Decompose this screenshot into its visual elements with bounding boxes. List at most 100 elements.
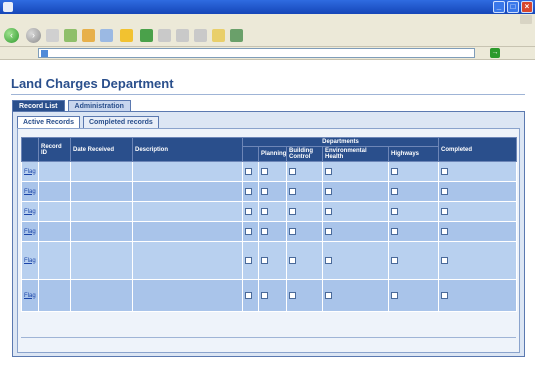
- checkbox[interactable]: [261, 256, 268, 264]
- highways-checkbox-cell: [387, 201, 440, 222]
- description-cell: [132, 181, 243, 202]
- checkbox[interactable]: [441, 207, 449, 215]
- description-cell: [132, 241, 243, 280]
- history-icon[interactable]: [158, 29, 171, 42]
- description-cell: [132, 279, 243, 312]
- flag-link[interactable]: Flag: [21, 221, 39, 242]
- checkbox[interactable]: [289, 167, 296, 175]
- checkbox[interactable]: [245, 207, 252, 215]
- flag-link[interactable]: Flag: [21, 241, 39, 280]
- building-control-checkbox-cell: [286, 221, 323, 242]
- checkbox[interactable]: [441, 256, 449, 264]
- checkbox[interactable]: [391, 291, 398, 299]
- checkbox[interactable]: [261, 227, 268, 235]
- favorites-button[interactable]: [120, 29, 135, 42]
- checkbox[interactable]: [289, 291, 296, 299]
- checkbox[interactable]: [325, 167, 332, 175]
- checkbox[interactable]: [325, 207, 332, 215]
- highways-checkbox-cell: [387, 241, 440, 280]
- checkbox[interactable]: [289, 256, 296, 264]
- flag-link[interactable]: Flag: [21, 181, 39, 202]
- checkbox[interactable]: [245, 167, 252, 175]
- home-icon[interactable]: [82, 29, 95, 42]
- checkbox[interactable]: [289, 207, 296, 215]
- maximize-button[interactable]: □: [507, 1, 519, 13]
- checkbox[interactable]: [245, 227, 252, 235]
- header-departments: Departments: [241, 137, 440, 147]
- table-row: Flag: [21, 181, 518, 202]
- record-id-link[interactable]: [38, 221, 71, 242]
- go-button[interactable]: →: [490, 48, 502, 58]
- record-id-link[interactable]: [38, 279, 71, 312]
- title-divider: [11, 94, 525, 95]
- flag-link[interactable]: Flag: [21, 161, 39, 182]
- description-cell: [132, 201, 243, 222]
- date-cell: [70, 181, 133, 202]
- flag-link[interactable]: Flag: [21, 279, 39, 312]
- messenger-icon[interactable]: [230, 29, 243, 42]
- folder-icon[interactable]: [212, 29, 225, 42]
- checkbox[interactable]: [441, 187, 449, 195]
- record-id-link[interactable]: [38, 181, 71, 202]
- refresh-icon[interactable]: [64, 29, 77, 42]
- checkbox[interactable]: [325, 187, 332, 195]
- mail-icon[interactable]: [176, 29, 189, 42]
- search-button[interactable]: [100, 29, 115, 42]
- checkbox[interactable]: [245, 291, 252, 299]
- checkbox[interactable]: [325, 256, 332, 264]
- pager-bar: [21, 337, 516, 350]
- checkbox[interactable]: [245, 256, 252, 264]
- forward-arrow-icon: ›: [26, 28, 41, 43]
- highways-checkbox-cell: [387, 221, 440, 242]
- stop-icon[interactable]: [46, 29, 59, 42]
- checkbox[interactable]: [441, 167, 449, 175]
- completed-checkbox-cell: [438, 161, 518, 182]
- address-input[interactable]: [38, 48, 475, 58]
- checkbox[interactable]: [261, 167, 268, 175]
- header-record-id[interactable]: Record ID: [38, 137, 71, 162]
- planning-checkbox-cell: [258, 161, 287, 182]
- browser-toolbar: ‹ ›: [0, 25, 535, 47]
- planning-checkbox-cell: [258, 221, 287, 242]
- checkbox[interactable]: [441, 227, 449, 235]
- search-icon: [100, 29, 113, 42]
- ie-app-icon: [3, 2, 13, 12]
- checkbox[interactable]: [325, 227, 332, 235]
- dept-checkbox-cell: [242, 221, 259, 242]
- forward-button[interactable]: ›: [26, 28, 41, 43]
- record-id-link[interactable]: [38, 201, 71, 222]
- date-cell: [70, 241, 133, 280]
- favorites-star-icon: [120, 29, 133, 42]
- back-button[interactable]: ‹: [4, 28, 21, 43]
- record-id-link[interactable]: [38, 241, 71, 280]
- address-bar: →: [0, 47, 535, 60]
- building-control-checkbox-cell: [286, 201, 323, 222]
- flag-link[interactable]: Flag: [21, 201, 39, 222]
- checkbox[interactable]: [391, 207, 398, 215]
- close-button[interactable]: ×: [521, 1, 533, 13]
- minimize-button[interactable]: _: [493, 1, 505, 13]
- print-icon[interactable]: [194, 29, 207, 42]
- page-content: Land Charges Department Record List Admi…: [0, 61, 535, 387]
- checkbox[interactable]: [391, 187, 398, 195]
- media-icon[interactable]: [140, 29, 153, 42]
- header-description[interactable]: Description: [132, 137, 243, 162]
- checkbox[interactable]: [245, 187, 252, 195]
- building-control-checkbox-cell: [286, 181, 323, 202]
- checkbox[interactable]: [289, 187, 296, 195]
- checkbox[interactable]: [261, 187, 268, 195]
- page-icon: [41, 50, 48, 57]
- table-row: Flag: [21, 241, 518, 280]
- checkbox[interactable]: [289, 227, 296, 235]
- checkbox[interactable]: [441, 291, 449, 299]
- checkbox[interactable]: [391, 227, 398, 235]
- record-id-link[interactable]: [38, 161, 71, 182]
- checkbox[interactable]: [325, 291, 332, 299]
- checkbox[interactable]: [391, 167, 398, 175]
- checkbox[interactable]: [261, 291, 268, 299]
- checkbox[interactable]: [261, 207, 268, 215]
- checkbox[interactable]: [391, 256, 398, 264]
- environmental-health-checkbox-cell: [322, 221, 389, 242]
- page-title: Land Charges Department: [11, 76, 174, 91]
- header-date-received[interactable]: Date Received: [70, 137, 133, 162]
